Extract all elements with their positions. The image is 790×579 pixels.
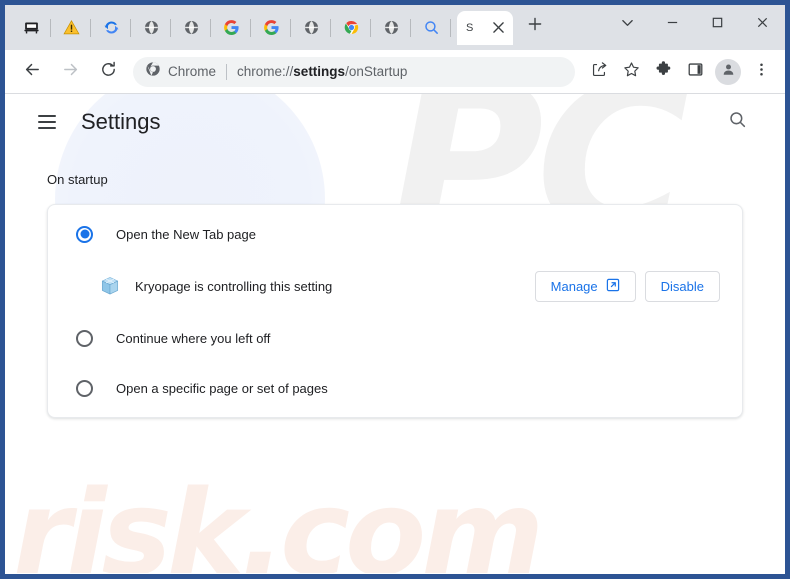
bookmark-button[interactable] (616, 57, 646, 87)
active-tab[interactable]: S (457, 10, 513, 45)
pinned-tab[interactable] (291, 11, 331, 45)
startup-option-continue[interactable]: Continue where you left off (48, 313, 742, 363)
pinned-tab[interactable] (171, 11, 211, 45)
radio-button[interactable] (76, 379, 93, 397)
plus-icon (528, 17, 542, 36)
chrome-logo-icon (145, 61, 161, 82)
address-bar[interactable]: Chrome chrome://settings/onStartup (133, 56, 575, 87)
menu-icon[interactable] (29, 104, 65, 140)
pinned-tab[interactable] (251, 11, 291, 45)
pinned-tab[interactable] (51, 11, 91, 45)
minimize-icon (666, 16, 679, 34)
settings-body: On startup Open the New Tab page Kryopag… (5, 150, 785, 418)
device-bench-icon (23, 19, 40, 36)
chrome-logo-icon (343, 19, 360, 36)
back-button[interactable] (16, 56, 48, 88)
search-icon (423, 19, 440, 36)
chevron-down-icon (621, 16, 634, 34)
globe-icon (183, 19, 200, 36)
settings-page: PC risk.com Settings On startup Open the… (5, 94, 785, 573)
arrow-right-icon (61, 60, 80, 84)
maximize-button[interactable] (695, 5, 740, 45)
star-icon (623, 61, 640, 83)
radio-button[interactable] (76, 225, 93, 243)
window-controls (605, 5, 785, 45)
pinned-tab-list: S (5, 5, 549, 50)
person-icon (721, 62, 736, 82)
google-g-icon (223, 19, 240, 36)
browser-window: S Chrome chrome://settings/onStartup PC … (5, 5, 785, 574)
puzzle-icon (655, 60, 672, 83)
globe-icon (143, 19, 160, 36)
on-startup-card: Open the New Tab page Kryopage is contro… (47, 204, 743, 418)
minimize-button[interactable] (650, 5, 695, 45)
active-tab-title: S (466, 21, 474, 34)
startup-option-label: Continue where you left off (116, 330, 271, 346)
side-panel-button[interactable] (680, 57, 710, 87)
forward-button[interactable] (54, 56, 86, 88)
section-heading: On startup (47, 172, 108, 187)
manage-button[interactable]: Manage (534, 270, 636, 302)
profile-button[interactable] (715, 58, 741, 85)
close-icon (756, 16, 769, 34)
globe-icon (303, 19, 320, 36)
manage-button-label: Manage (550, 278, 598, 294)
open-in-new-icon (606, 278, 620, 295)
omnibox-url-text[interactable]: chrome://settings/onStartup (237, 64, 407, 79)
close-window-button[interactable] (740, 5, 785, 45)
omnibox-divider (226, 63, 228, 80)
pinned-tab[interactable] (91, 11, 131, 45)
startup-option-specific-page[interactable]: Open a specific page or set of pages (48, 363, 742, 413)
browser-toolbar: Chrome chrome://settings/onStartup (5, 50, 785, 94)
tab-strip: S (5, 5, 785, 50)
blue-cube-extension-icon (99, 275, 121, 297)
site-identity[interactable]: Chrome (145, 61, 216, 82)
new-tab-button[interactable] (521, 12, 549, 40)
reload-icon (99, 60, 118, 84)
settings-header: Settings (5, 94, 785, 150)
reload-button[interactable] (92, 56, 124, 88)
extension-notice-actions: Manage Disable (534, 270, 720, 302)
warning-triangle-icon (62, 19, 80, 36)
three-dot-icon (753, 61, 770, 83)
disable-button[interactable]: Disable (644, 270, 720, 302)
extensions-button[interactable] (648, 57, 678, 87)
chrome-menu-button[interactable] (746, 57, 776, 87)
disable-button-label: Disable (660, 278, 704, 294)
pinned-tab[interactable] (211, 11, 251, 45)
side-panel-icon (687, 61, 704, 83)
url-suffix: /onStartup (345, 64, 408, 79)
url-prefix: chrome:// (237, 64, 294, 79)
share-icon (591, 61, 608, 83)
site-identity-label: Chrome (168, 64, 217, 79)
pinned-tab[interactable] (371, 11, 411, 45)
search-icon (728, 110, 747, 134)
google-g-icon (263, 19, 280, 36)
globe-icon (383, 19, 400, 36)
search-settings-button[interactable] (719, 104, 755, 140)
pinned-tab[interactable] (131, 11, 171, 45)
pinned-tab[interactable] (411, 11, 451, 45)
extension-control-notice: Kryopage is controlling this setting Man… (48, 259, 742, 313)
page-title: Settings (81, 109, 161, 134)
close-icon[interactable] (491, 20, 506, 35)
chrome-sync-icon (103, 19, 120, 36)
startup-option-label: Open the New Tab page (116, 226, 256, 242)
pinned-tab[interactable] (331, 11, 371, 45)
startup-option-label: Open a specific page or set of pages (116, 380, 328, 396)
arrow-left-icon (23, 60, 42, 84)
startup-option-new-tab[interactable]: Open the New Tab page (48, 209, 742, 259)
risk-watermark: risk.com (13, 464, 544, 573)
url-bold-part: settings (293, 64, 346, 79)
maximize-icon (711, 16, 724, 34)
extension-notice-text: Kryopage is controlling this setting (135, 278, 333, 294)
share-button[interactable] (584, 57, 614, 87)
tab-search-button[interactable] (605, 5, 650, 45)
radio-button[interactable] (76, 329, 93, 347)
pinned-tab[interactable] (11, 11, 51, 45)
